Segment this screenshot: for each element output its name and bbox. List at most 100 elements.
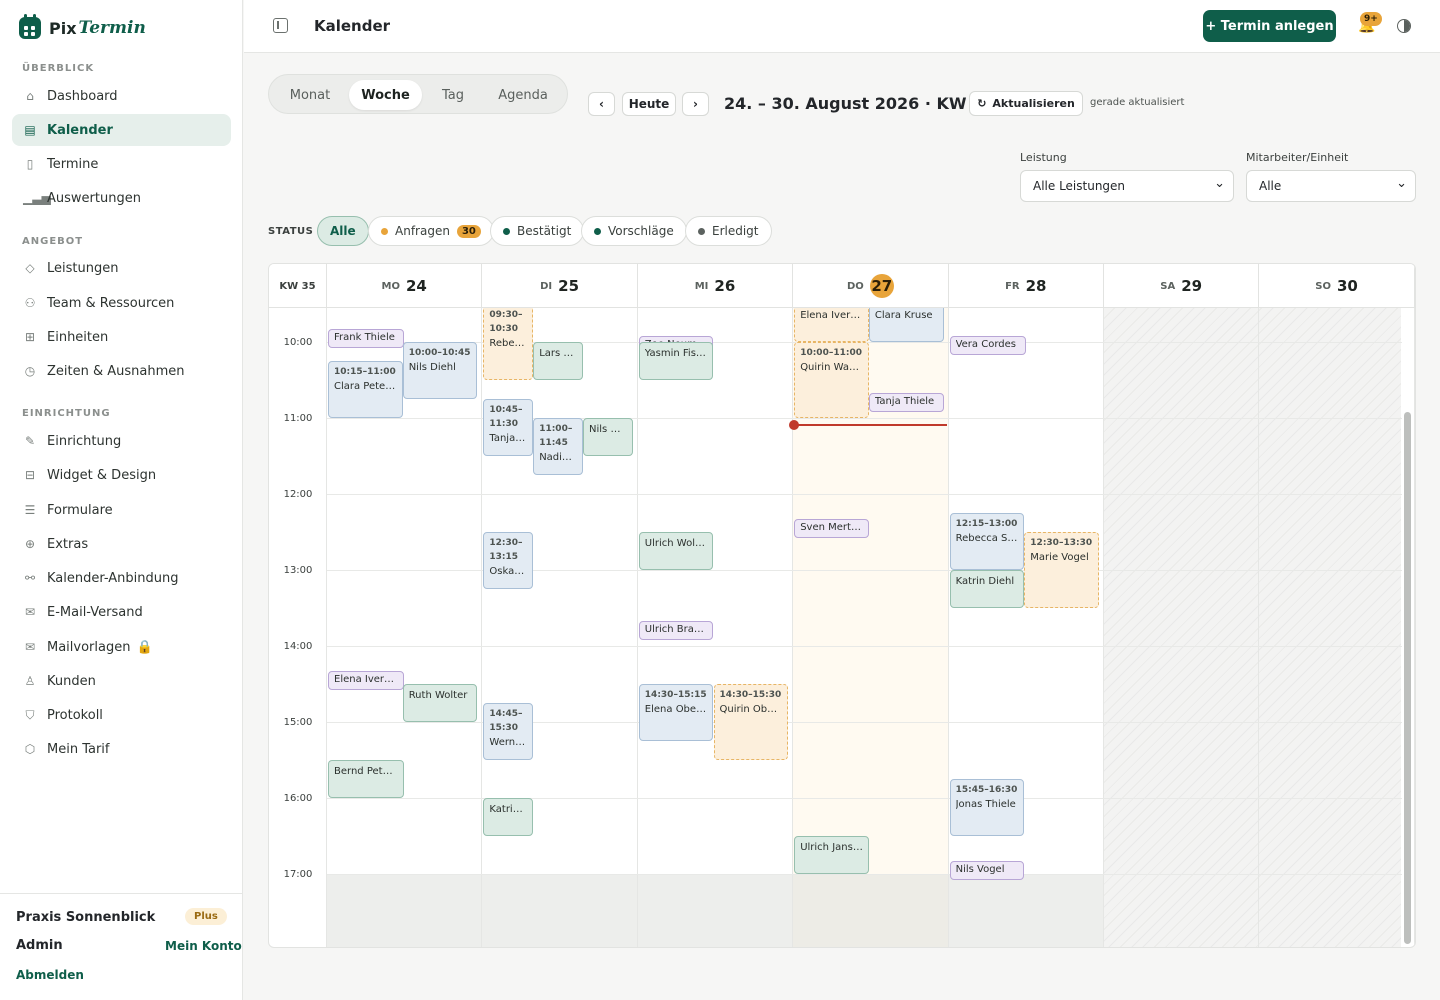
appointment-event[interactable]: Ulrich Wolter (638, 532, 714, 570)
appointment-event[interactable]: Lars … (533, 342, 583, 380)
appointment-event[interactable]: Clara Kruse (868, 308, 944, 342)
sidebar-item-templates[interactable]: ✉ Mailvorlagen 🔒 (12, 631, 231, 663)
appointment-event[interactable]: Bernd Peter… (328, 760, 404, 798)
sidebar-item-units[interactable]: ⊞ Einheiten (12, 321, 231, 353)
event-time: 11:00–11:45 (539, 424, 573, 448)
appointment-event[interactable]: Frank Thiele (328, 329, 404, 349)
appointment-event[interactable]: 15:45–16:30 Jonas Thiele (949, 779, 1025, 836)
status-filter-confirmed[interactable]: Bestätigt (490, 216, 585, 246)
sidebar-item-team[interactable]: ⚇ Team & Ressourcen (12, 287, 231, 319)
day-header-fr[interactable]: FR 28 (949, 264, 1104, 308)
sidebar-item-log[interactable]: ⛉ Protokoll (12, 699, 231, 731)
appointment-event[interactable]: 10:00–10:45 Nils Diehl (402, 342, 478, 399)
event-client-name: Clara Peter… (334, 381, 397, 392)
day-name: SA (1160, 280, 1176, 292)
day-number: 24 (405, 277, 427, 295)
theme-toggle-icon[interactable] (1397, 19, 1411, 33)
day-name: MO (381, 280, 400, 292)
sidebar-item-widget[interactable]: ⊟ Widget & Design (12, 459, 231, 491)
sidebar-item-setup[interactable]: ✎ Einrichtung (12, 425, 231, 457)
sidebar-item-dashboard[interactable]: ⌂ Dashboard (12, 80, 231, 112)
confirmed-dot (503, 227, 510, 235)
sidebar-item-calendar-sync[interactable]: ⚯ Kalender-Anbindung (12, 562, 231, 594)
sidebar-item-times[interactable]: ◷ Zeiten & Ausnahmen (12, 355, 231, 387)
status-filter-done[interactable]: Erledigt (685, 216, 772, 246)
status-filter-requests[interactable]: Anfragen 30 (368, 216, 494, 246)
next-week-button[interactable]: › (682, 92, 709, 116)
tab-day[interactable]: Tag (422, 80, 484, 110)
appointment-event[interactable]: 12:15–13:00 Rebecca Sa… (949, 513, 1025, 570)
brand[interactable]: Pix Termin (19, 14, 146, 39)
tab-agenda[interactable]: Agenda (484, 80, 562, 110)
appointment-event[interactable]: Sven Merte… (794, 519, 869, 539)
event-client-name: Nadin… (539, 452, 577, 463)
status-filter-proposals[interactable]: Vorschläge (581, 216, 687, 246)
day-number: 26 (714, 277, 736, 295)
day-header-do[interactable]: DO 27 (793, 264, 949, 308)
appointment-event[interactable]: Katrin … (483, 798, 534, 836)
appointment-event[interactable]: Tanja Thiele (868, 392, 944, 412)
sidebar-item-services[interactable]: ◇ Leistungen (12, 252, 231, 284)
status-filter-all[interactable]: Alle (317, 216, 369, 246)
new-appointment-button[interactable]: + Termin anlegen (1203, 10, 1336, 42)
refresh-button[interactable]: ↻ Aktualisieren (969, 91, 1083, 116)
appointment-event[interactable]: Nils Vogel (949, 861, 1025, 881)
sidebar-item-extras[interactable]: ⊕ Extras (12, 528, 231, 560)
event-time: 14:30–15:30 (719, 690, 782, 700)
appointment-event[interactable]: 10:00–11:00 Quirin Wag… (794, 342, 869, 418)
appointment-event[interactable]: Ulrich Jansen (794, 836, 869, 874)
sidebar-item-email[interactable]: ✉ E-Mail-Versand (12, 596, 231, 628)
day-header-mo[interactable]: MO 24 (327, 264, 483, 308)
event-time: 10:00–11:00 (800, 348, 862, 358)
appointment-event[interactable]: 14:30–15:15 Elena Ober… (638, 684, 714, 741)
appointment-event[interactable]: Vera Cordes (949, 335, 1026, 355)
appointment-event[interactable]: 12:30–13:30 Marie Vogel (1024, 532, 1099, 608)
appointment-event[interactable]: 14:30–15:30 Quirin Ober… (713, 684, 789, 760)
day-header-sa[interactable]: SA 29 (1104, 264, 1260, 308)
event-client-name: Elena Ivers… (800, 310, 863, 321)
day-header-mi[interactable]: MI 26 (638, 264, 794, 308)
appointment-event[interactable]: 14:45–15:30 Werne… (483, 703, 534, 760)
sidebar-item-appointments[interactable]: ▯ Termine (12, 148, 231, 180)
my-account-link[interactable]: Mein Konto (165, 939, 242, 953)
calendar-grid[interactable]: 10:00 11:00 12:00 13:00 14:00 15:00 16:00 17:00… (269, 308, 1415, 947)
day-name: DO (846, 280, 864, 292)
tab-week[interactable]: Woche (349, 80, 422, 110)
day-header-so[interactable]: SO 30 (1259, 264, 1415, 308)
appointment-event[interactable]: Ulrich Brandt (638, 620, 714, 640)
appointment-event[interactable]: 12:30–13:15 Oskar … (483, 532, 534, 589)
sidebar-item-plan[interactable]: ⬡ Mein Tarif (12, 733, 231, 765)
hour-line (327, 646, 1402, 647)
event-client-name: Vera Cordes (955, 338, 1016, 350)
sidebar-item-reports[interactable]: ▁▃▅ Auswertungen (12, 182, 231, 214)
sidebar-item-customers[interactable]: ♙ Kunden (12, 665, 231, 697)
event-client-name: Yasmin Fisc… (644, 348, 708, 359)
appointment-event[interactable]: 09:30–10:30 Rebec… (483, 308, 534, 380)
appointment-event[interactable]: Nils C… (583, 418, 633, 456)
appointment-event[interactable]: 11:00–11:45 Nadin… (533, 418, 583, 475)
event-client-name: Quirin Ober… (719, 704, 783, 715)
prev-week-button[interactable]: ‹ (588, 92, 615, 116)
calendar-scrollbar[interactable] (1404, 412, 1411, 944)
mail-template-icon: ✉ (24, 640, 36, 654)
event-client-name: Quirin Wag… (800, 362, 863, 373)
tab-month[interactable]: Monat (275, 80, 345, 110)
day-header-di[interactable]: DI 25 (482, 264, 638, 308)
event-time: 12:30–13:15 (489, 538, 523, 562)
staff-filter-select[interactable]: Alle (1246, 170, 1416, 202)
plan-badge: Plus (185, 908, 227, 925)
appointment-event[interactable]: Katrin Diehl (949, 570, 1025, 608)
appointment-event[interactable]: Elena Ivers… (794, 308, 869, 342)
appointment-event[interactable]: Ruth Wolter (402, 684, 478, 722)
appointment-event[interactable]: 10:15–11:00 Clara Peter… (328, 361, 403, 418)
appointment-event[interactable]: Yasmin Fisc… (638, 342, 714, 380)
event-client-name: Ulrich Wolter (644, 538, 708, 549)
appointment-event[interactable]: Elena Ivers… (328, 671, 404, 691)
today-button[interactable]: Heute (622, 92, 676, 116)
logout-link[interactable]: Abmelden (16, 968, 84, 982)
service-filter-select[interactable]: Alle Leistungen (1020, 170, 1234, 202)
appointment-event[interactable]: 10:45–11:30 Tanja … (483, 399, 534, 456)
sidebar-item-calendar[interactable]: ▤ Kalender (12, 114, 231, 146)
sidebar-toggle-icon[interactable] (273, 18, 288, 33)
sidebar-item-forms[interactable]: ☰ Formulare (12, 494, 231, 526)
